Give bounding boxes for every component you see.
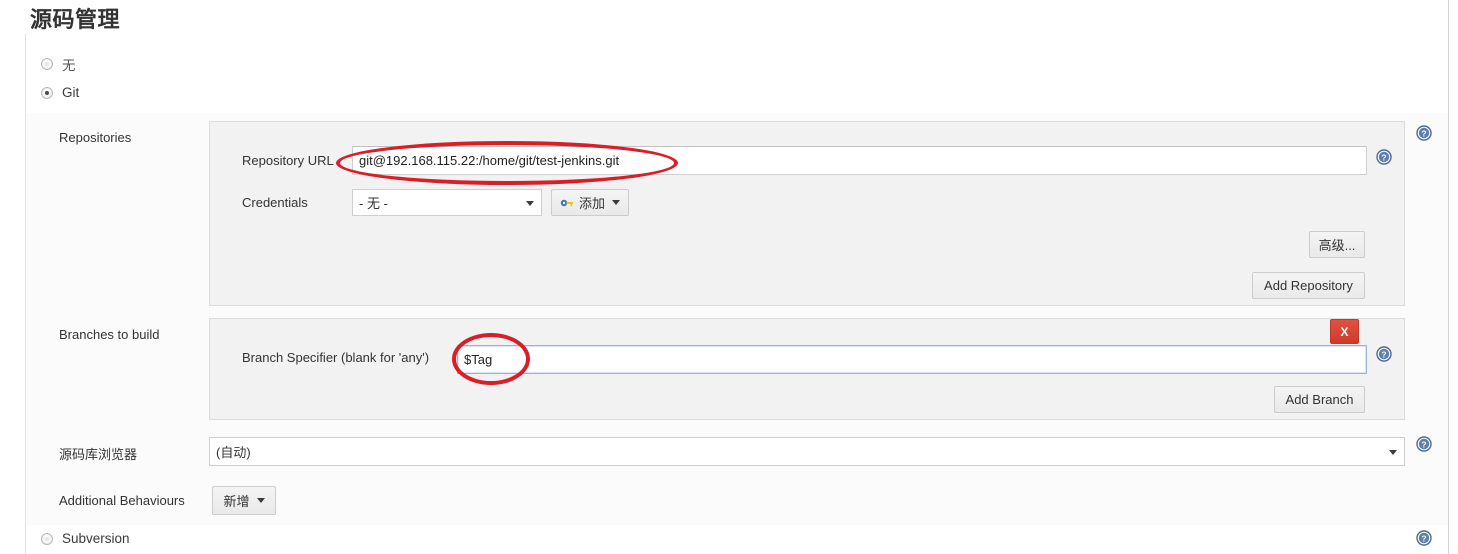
advanced-label: 高级...	[1318, 238, 1356, 253]
add-behaviour-label: 新增	[223, 494, 250, 509]
repository-browser-label: 源码库浏览器	[59, 447, 138, 462]
repository-browser-select[interactable]: (自动)	[209, 437, 1405, 466]
delete-branch-button[interactable]: X	[1330, 319, 1359, 344]
help-icon-repositories[interactable]: ?	[1416, 125, 1432, 141]
radio-subversion[interactable]	[41, 532, 53, 545]
radio-git[interactable]	[41, 86, 53, 99]
add-repository-label: Add Repository	[1264, 278, 1353, 293]
add-credentials-label: 添加	[579, 196, 606, 211]
help-icon-repository-browser[interactable]: ?	[1416, 436, 1432, 452]
key-icon	[560, 199, 573, 206]
add-credentials-button[interactable]: 添加	[551, 189, 629, 216]
chevron-down-icon-credentials	[526, 200, 534, 206]
advanced-button[interactable]: 高级...	[1309, 231, 1365, 258]
add-repository-button[interactable]: Add Repository	[1252, 272, 1365, 299]
help-icon-branch-specifier[interactable]: ?	[1376, 346, 1392, 362]
credentials-select-value: - 无 -	[359, 196, 388, 211]
repository-url-input[interactable]	[352, 146, 1367, 175]
svg-text:?: ?	[1381, 350, 1386, 360]
scm-config-page: 源码管理 无 Git Repositories Repository URL ?…	[0, 0, 1458, 554]
radio-none[interactable]	[41, 58, 53, 70]
page-title: 源码管理	[30, 7, 121, 32]
scm-option-git-label: Git	[62, 85, 80, 100]
svg-text:?: ?	[1421, 534, 1426, 544]
scm-option-none[interactable]: 无	[41, 54, 76, 74]
scm-option-git[interactable]: Git	[41, 85, 79, 100]
repository-url-label: Repository URL	[242, 153, 334, 168]
repositories-label: Repositories	[59, 130, 132, 145]
chevron-down-icon-add-behaviour	[256, 498, 265, 503]
scm-option-subversion-label: Subversion	[62, 531, 130, 546]
svg-text:?: ?	[1421, 440, 1426, 450]
help-icon-repository-url[interactable]: ?	[1376, 149, 1392, 165]
chevron-down-icon-repository-browser	[1389, 449, 1397, 455]
page-right-divider	[1448, 0, 1449, 554]
delete-branch-label: X	[1340, 324, 1349, 339]
credentials-select[interactable]: - 无 -	[352, 189, 542, 216]
branch-specifier-input[interactable]	[457, 345, 1367, 374]
chevron-down-icon-add-credentials	[612, 200, 621, 205]
additional-behaviours-label: Additional Behaviours	[59, 493, 185, 508]
help-icon-subversion[interactable]: ?	[1416, 530, 1432, 546]
credentials-label: Credentials	[242, 195, 308, 210]
add-behaviour-button[interactable]: 新增	[212, 486, 276, 515]
scm-option-subversion[interactable]: Subversion	[41, 531, 130, 546]
repository-browser-value: (自动)	[216, 445, 251, 460]
branch-specifier-label: Branch Specifier (blank for 'any')	[242, 350, 430, 365]
branches-to-build-label: Branches to build	[59, 327, 160, 342]
scm-option-none-label: 无	[62, 58, 76, 73]
svg-text:?: ?	[1421, 129, 1426, 139]
add-branch-button[interactable]: Add Branch	[1274, 386, 1365, 413]
add-branch-label: Add Branch	[1285, 392, 1354, 407]
svg-text:?: ?	[1381, 153, 1386, 163]
